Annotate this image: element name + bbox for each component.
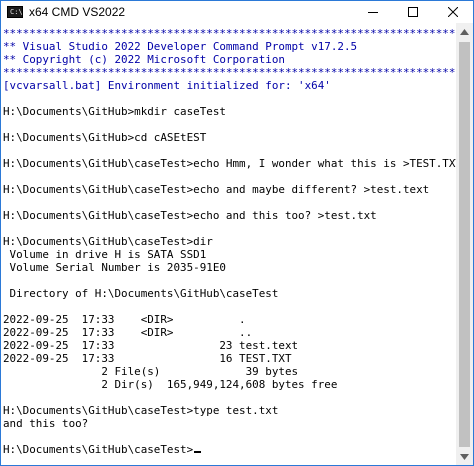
close-button[interactable] [433, 1, 473, 23]
console-output[interactable]: ****************************************… [1, 23, 462, 465]
dir-entry-line: 2022-09-25 17:33 <DIR> .. [3, 326, 253, 339]
maximize-icon [408, 7, 418, 17]
dir-summary-line: 2 Dir(s) 165,949,124,608 bytes free [3, 378, 338, 391]
console-window: C:\ x64 CMD VS2022 *********************… [0, 0, 474, 466]
minimize-button[interactable] [353, 1, 393, 23]
command-line: H:\Documents\GitHub\caseTest>type test.t… [3, 404, 279, 417]
banner-line: [vcvarsall.bat] Environment initialized … [3, 79, 331, 92]
command-line: H:\Documents\GitHub>cd cASEtEST [3, 131, 207, 144]
dir-entry-line: 2022-09-25 17:33 23 test.text [3, 339, 299, 352]
scrollbar-thumb[interactable] [459, 42, 470, 447]
window-title: x64 CMD VS2022 [29, 5, 126, 19]
scroll-down-icon [460, 453, 469, 460]
maximize-button[interactable] [393, 1, 433, 23]
vertical-scrollbar[interactable] [456, 23, 473, 465]
banner-line: ** Copyright (c) 2022 Microsoft Corporat… [3, 53, 285, 66]
output-line: Volume in drive H is SATA SSD1 [3, 248, 207, 261]
dir-entry-line: 2022-09-25 17:33 16 TEST.TXT [3, 352, 292, 365]
banner-line: ****************************************… [3, 66, 462, 79]
cmd-app-icon-text: C:\ [10, 8, 23, 16]
command-line: H:\Documents\GitHub\caseTest>echo Hmm, I… [3, 157, 462, 170]
title-bar[interactable]: C:\ x64 CMD VS2022 [1, 1, 473, 23]
output-line: Volume Serial Number is 2035-91E0 [3, 261, 226, 274]
command-line: H:\Documents\GitHub\caseTest>echo and th… [3, 209, 377, 222]
output-line: Directory of H:\Documents\GitHub\caseTes… [3, 287, 279, 300]
banner-line: ****************************************… [3, 27, 462, 40]
text-cursor [194, 451, 202, 453]
prompt-text: H:\Documents\GitHub\caseTest> [3, 443, 194, 456]
close-icon [448, 7, 458, 17]
scroll-down-button[interactable] [456, 448, 473, 465]
dir-entry-line: 2022-09-25 17:33 <DIR> . [3, 313, 246, 326]
scroll-up-button[interactable] [456, 23, 473, 40]
prompt-line[interactable]: H:\Documents\GitHub\caseTest> [3, 443, 456, 456]
minimize-icon [368, 12, 378, 13]
cmd-app-icon[interactable]: C:\ [7, 6, 23, 18]
command-line: H:\Documents\GitHub\caseTest>echo and ma… [3, 183, 430, 196]
command-line: H:\Documents\GitHub\caseTest>dir [3, 235, 213, 248]
scroll-up-icon [460, 28, 469, 35]
output-line: and this too? [3, 417, 89, 430]
dir-summary-line: 2 File(s) 39 bytes [3, 365, 299, 378]
command-line: H:\Documents\GitHub>mkdir caseTest [3, 105, 226, 118]
banner-line: ** Visual Studio 2022 Developer Command … [3, 40, 358, 53]
